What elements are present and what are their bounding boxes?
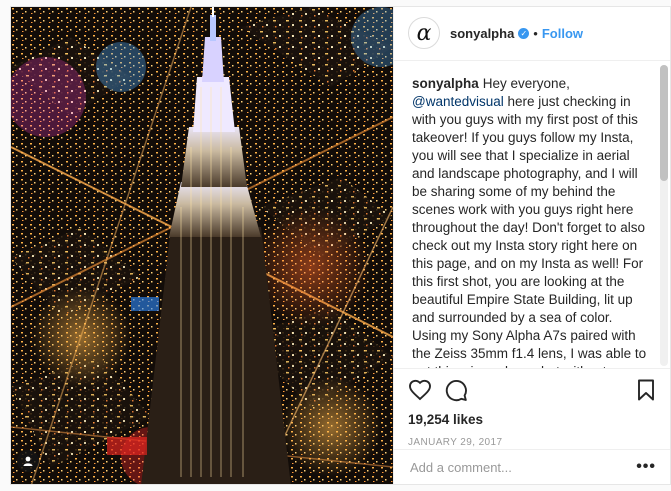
- caption-username[interactable]: sonyalpha: [412, 76, 479, 91]
- avatar[interactable]: α: [408, 17, 440, 50]
- caption-scrollbar[interactable]: [660, 64, 668, 366]
- follow-button[interactable]: Follow: [542, 26, 583, 41]
- comment-icon[interactable]: [444, 378, 468, 402]
- username[interactable]: sonyalpha: [450, 26, 514, 41]
- post-date[interactable]: JANUARY 29, 2017: [408, 437, 658, 448]
- caption-scroll-area[interactable]: sonyalpha Hey everyone, @wantedvisual her…: [394, 61, 670, 368]
- person-tag-glyph: [23, 456, 33, 466]
- caption-scrollbar-thumb[interactable]: [660, 64, 668, 181]
- more-options-icon[interactable]: •••: [636, 458, 656, 476]
- caption-text-body: here just checking in with you guys with…: [412, 93, 647, 368]
- comment-row: •••: [394, 449, 670, 484]
- post-photo[interactable]: [11, 7, 393, 484]
- avatar-alpha-logo: α: [416, 20, 432, 46]
- verified-badge-icon: ✓: [518, 27, 530, 39]
- bookmark-icon[interactable]: [634, 378, 658, 402]
- heart-icon[interactable]: [408, 378, 432, 402]
- caption-mention-link[interactable]: @wantedvisual: [412, 94, 504, 109]
- comment-input[interactable]: [408, 458, 637, 476]
- separator-dot: •: [533, 25, 538, 41]
- caption: sonyalpha Hey everyone, @wantedvisual her…: [412, 75, 650, 368]
- likes-count[interactable]: 19,254 likes: [408, 412, 658, 427]
- person-tag-icon[interactable]: [17, 450, 39, 472]
- instagram-post: α sonyalpha ✓ • Follow sonyalpha Hey ever…: [10, 6, 671, 485]
- caption-text-start: Hey everyone,: [482, 75, 570, 91]
- post-header: α sonyalpha ✓ • Follow: [394, 7, 670, 61]
- post-side-panel: α sonyalpha ✓ • Follow sonyalpha Hey ever…: [393, 7, 670, 484]
- action-icons: [408, 375, 658, 405]
- post-actions: 19,254 likes JANUARY 29, 2017: [394, 367, 670, 450]
- empire-state-building-aerial-photo: [11, 7, 393, 484]
